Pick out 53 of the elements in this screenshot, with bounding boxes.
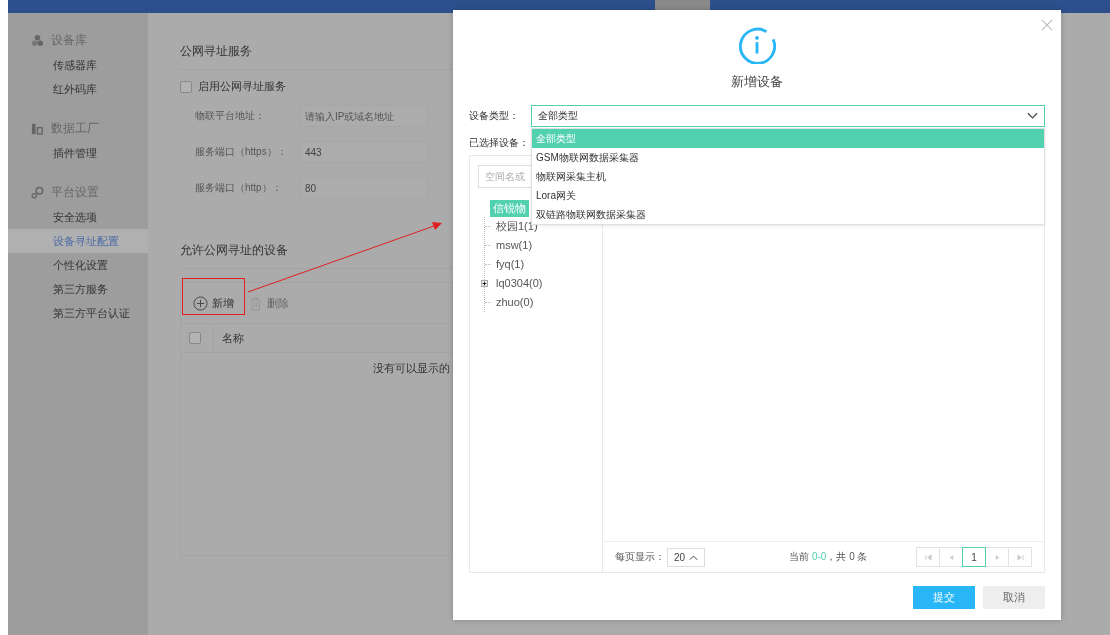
last-page-icon [1016, 553, 1024, 561]
chevron-up-icon [689, 553, 699, 561]
selected-devices-label: 已选择设备： [469, 136, 529, 150]
input-field[interactable]: 请输入IP或域名地址 [299, 105, 429, 127]
section-title: 公网寻址服务 [180, 43, 453, 70]
sidebar-item[interactable]: 安全选项 [8, 205, 148, 229]
gear-icon [31, 185, 44, 199]
tree-item[interactable]: msw(1) [493, 237, 536, 254]
field-label: 物联平台地址： [195, 109, 266, 123]
dropdown-option[interactable]: Lora网关 [532, 186, 1044, 205]
field-label: 服务端口（http）： [195, 181, 283, 195]
section-title: 允许公网寻址的设备 [180, 242, 453, 269]
page-button[interactable]: 1 [962, 547, 986, 567]
previous-page-button[interactable] [939, 547, 963, 567]
tree-item[interactable]: fyq(1) [493, 256, 528, 273]
expand-icon[interactable] [481, 280, 488, 287]
first-page-button[interactable] [916, 547, 940, 567]
sidebar-item[interactable]: 插件管理 [8, 141, 148, 165]
checkbox[interactable] [189, 332, 201, 344]
sidebar-item[interactable]: 传感器库 [8, 53, 148, 77]
checkbox-label: 启用公网寻址服务 [198, 79, 286, 94]
next-page-icon [993, 553, 1001, 561]
device-type-select[interactable]: 全部类型 [531, 105, 1045, 127]
page-summary: 当前 0-0，共 0 条 [789, 550, 868, 564]
input-field[interactable]: 80 [299, 177, 429, 199]
sidebar-item[interactable]: 红外码库 [8, 77, 148, 101]
input-field[interactable]: 443 [299, 141, 429, 163]
chart-icon [31, 121, 44, 135]
tree-item[interactable]: lq0304(0) [493, 275, 546, 292]
column-header: 名称 [213, 324, 452, 352]
empty-message: 没有可以显示的 [373, 362, 450, 374]
cubes-icon [31, 33, 44, 47]
dropdown-option[interactable]: 双链路物联网数据采集器 [532, 205, 1044, 224]
dropdown-option[interactable]: GSM物联网数据采集器 [532, 148, 1044, 167]
tree-item[interactable]: zhuo(0) [493, 294, 537, 311]
last-page-button[interactable] [1008, 547, 1032, 567]
field-label: 设备类型： [469, 109, 520, 123]
plus-circle-icon [193, 295, 208, 311]
sidebar-item[interactable]: 个性化设置 [8, 253, 148, 277]
highlight-rectangle [182, 278, 245, 315]
next-page-button[interactable] [985, 547, 1009, 567]
chevron-down-icon [1027, 112, 1038, 120]
checkbox[interactable] [180, 80, 192, 93]
previous-page-icon [947, 553, 955, 561]
first-page-icon [924, 553, 932, 561]
cancel-button[interactable]: 取消 [983, 586, 1045, 609]
field-label: 服务端口（https）： [195, 145, 288, 159]
info-icon [738, 26, 776, 64]
add-button[interactable]: 新增 [193, 295, 234, 311]
close-icon[interactable] [1041, 19, 1053, 31]
dialog-title: 新增设备 [730, 73, 784, 91]
page-size-select[interactable]: 20 [667, 547, 706, 567]
page-size-label: 每页显示： [615, 550, 665, 564]
